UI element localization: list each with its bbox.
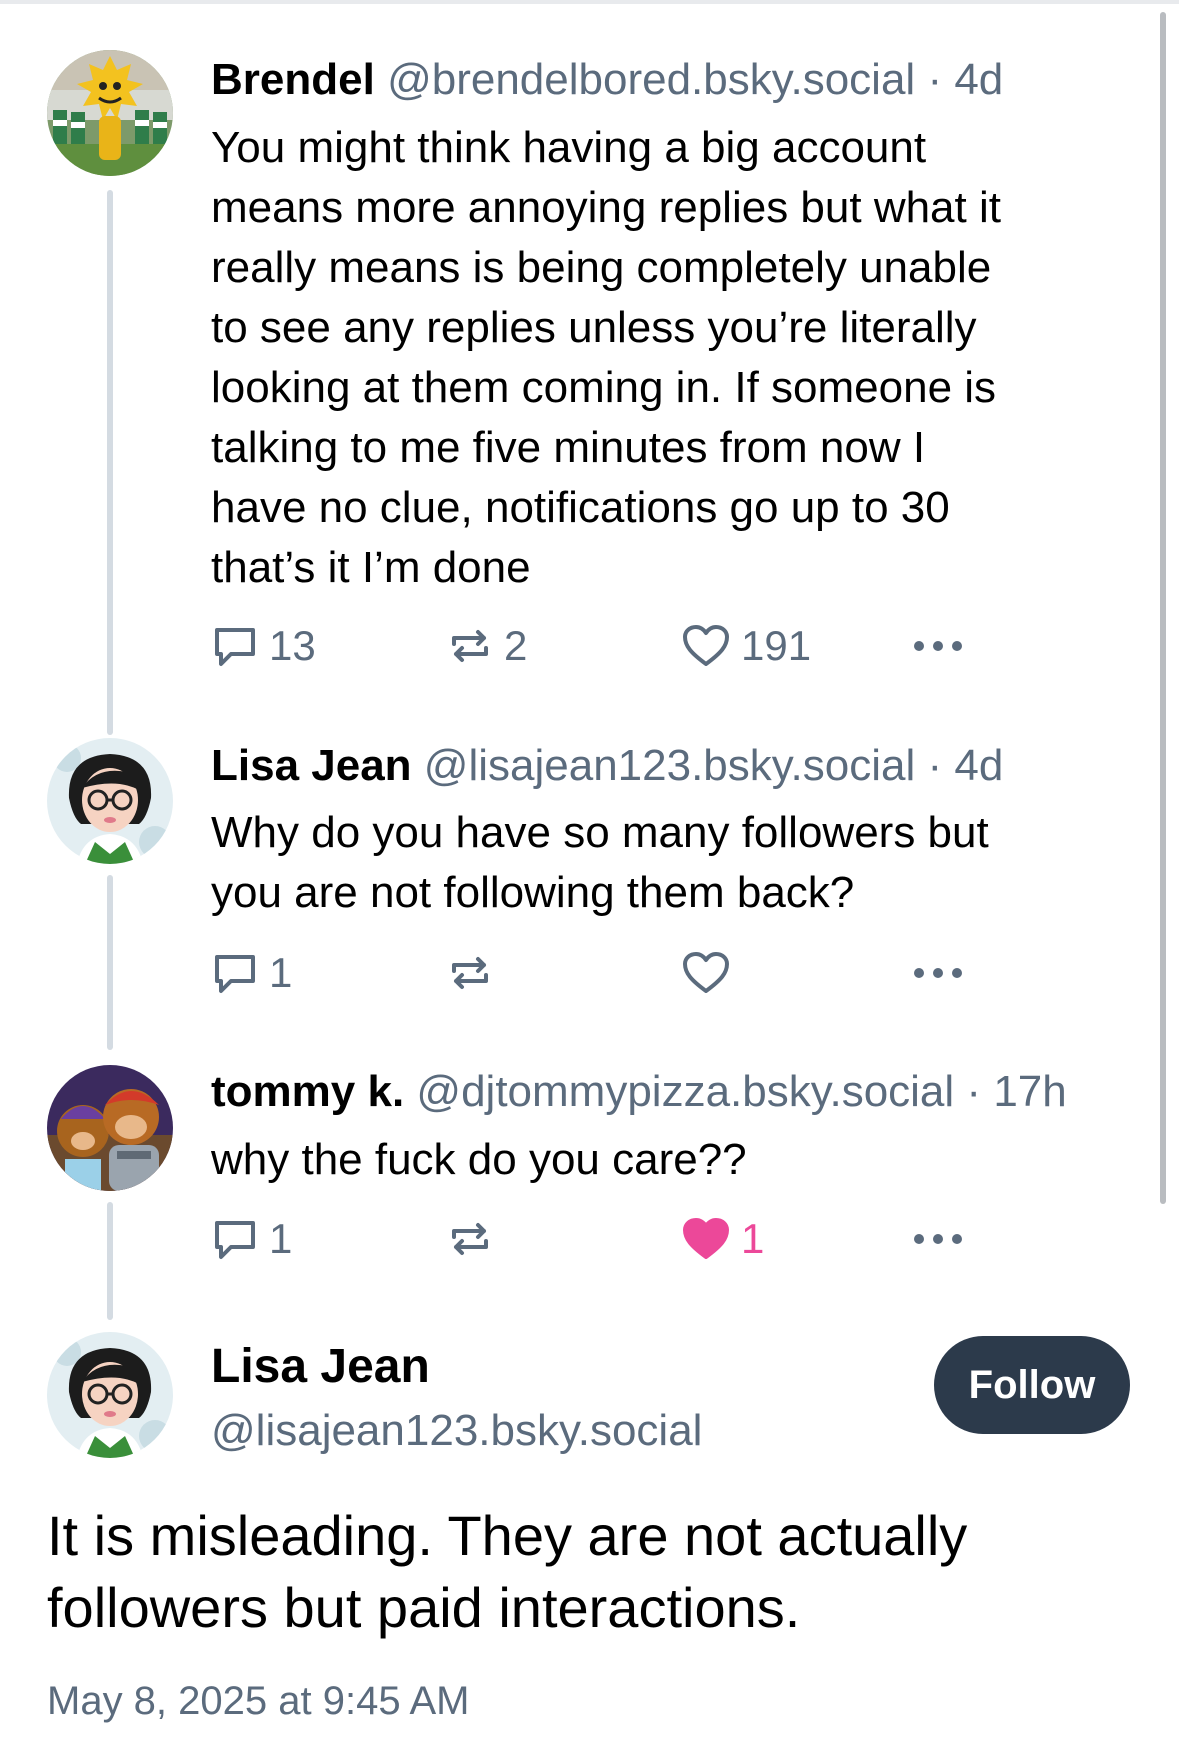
post-text-line: talking to me five minutes from now I <box>211 423 926 472</box>
post-text-line: Why do you have so many followers but <box>211 808 989 857</box>
reply-count: 13 <box>269 622 316 669</box>
speech-bubble-icon <box>215 628 255 666</box>
post-text: You might think having a big account mea… <box>211 118 1091 598</box>
more-options-button[interactable] <box>911 945 965 1001</box>
author-name[interactable]: tommy k. <box>211 1067 404 1116</box>
author-handle[interactable]: @lisajean123.bsky.social <box>424 741 915 790</box>
like-button[interactable]: 1 <box>681 1211 764 1267</box>
post-header: Brendel @brendelbored.bsky.social · 4d <box>211 54 1003 106</box>
post-text: It is misleading. They are not actually … <box>47 1500 1127 1644</box>
avatar[interactable] <box>47 1332 173 1458</box>
author-handle[interactable]: @djtommypizza.bsky.social <box>416 1067 954 1116</box>
repost-button[interactable] <box>446 1211 504 1267</box>
heart-icon <box>683 952 729 993</box>
repost-button[interactable] <box>446 945 504 1001</box>
heart-icon <box>683 1218 729 1259</box>
post-time[interactable]: 4d <box>954 741 1003 790</box>
author-handle[interactable]: @lisajean123.bsky.social <box>211 1404 702 1458</box>
post-text-line: You might think having a big account <box>211 123 927 172</box>
like-count: 1 <box>741 1215 765 1262</box>
thread-view: Brendel @brendelbored.bsky.social · 4d Y… <box>0 0 1179 1751</box>
post-header: tommy k. @djtommypizza.bsky.social · 17h <box>211 1066 1067 1118</box>
separator-dot: · <box>927 741 943 790</box>
reply-button[interactable]: 1 <box>211 945 292 1001</box>
avatar[interactable] <box>47 1065 173 1191</box>
post-time[interactable]: 17h <box>993 1067 1066 1116</box>
more-options-button[interactable] <box>911 618 965 674</box>
author-name[interactable]: Lisa Jean <box>211 741 412 790</box>
separator-dot: · <box>927 55 943 104</box>
repost-count: 2 <box>504 622 528 669</box>
post-text-line: means more annoying replies but what it <box>211 183 1001 232</box>
thread-line <box>107 1202 113 1320</box>
like-button[interactable]: 191 <box>681 618 811 674</box>
avatar[interactable] <box>47 50 173 176</box>
separator-dot: · <box>966 1067 982 1116</box>
reply-count: 1 <box>269 1215 293 1262</box>
thread-line <box>107 190 113 735</box>
post-text-line: to see any replies unless you’re literal… <box>211 303 977 352</box>
post-text-line: that’s it I’m done <box>211 543 531 592</box>
reply-button[interactable]: 1 <box>211 1211 292 1267</box>
post-text-line: you are not following them back? <box>211 868 855 917</box>
post-text-line: It is misleading. They are not actually <box>47 1504 968 1567</box>
post-time[interactable]: 4d <box>954 55 1003 104</box>
repost-button[interactable]: 2 <box>446 618 527 674</box>
post-text: Why do you have so many followers but yo… <box>211 803 1091 923</box>
author-name[interactable]: Lisa Jean <box>211 1338 430 1396</box>
scrollbar[interactable] <box>1160 12 1166 1204</box>
post-text: why the fuck do you care?? <box>211 1130 1091 1190</box>
post-text-line: have no clue, notifications go up to 30 <box>211 483 950 532</box>
ellipsis-icon <box>914 968 962 978</box>
repost-arrows-icon <box>452 1223 488 1255</box>
top-divider <box>0 0 1179 4</box>
post-timestamp: May 8, 2025 at 9:45 AM <box>47 1679 470 1723</box>
post-text-line: really means is being completely unable <box>211 243 992 292</box>
avatar[interactable] <box>47 738 173 864</box>
repost-arrows-icon <box>452 957 488 989</box>
post-header: Lisa Jean @lisajean123.bsky.social · 4d <box>211 740 1003 792</box>
post-text-line: followers but paid interactions. <box>47 1576 801 1639</box>
post-text-line: why the fuck do you care?? <box>211 1135 747 1184</box>
author-handle[interactable]: @brendelbored.bsky.social <box>387 55 915 104</box>
author-name[interactable]: Brendel <box>211 55 375 104</box>
ellipsis-icon <box>914 641 962 651</box>
more-options-button[interactable] <box>911 1211 965 1267</box>
heart-icon <box>683 625 729 666</box>
like-count: 191 <box>741 622 812 669</box>
reply-button[interactable]: 13 <box>211 618 316 674</box>
reply-count: 1 <box>269 949 293 996</box>
speech-bubble-icon <box>215 955 255 993</box>
speech-bubble-icon <box>215 1221 255 1259</box>
post-text-line: looking at them coming in. If someone is <box>211 363 997 412</box>
like-button[interactable] <box>681 945 741 1001</box>
follow-button[interactable]: Follow <box>934 1336 1130 1434</box>
thread-line <box>107 875 113 1050</box>
repost-arrows-icon <box>452 630 488 662</box>
ellipsis-icon <box>914 1234 962 1244</box>
